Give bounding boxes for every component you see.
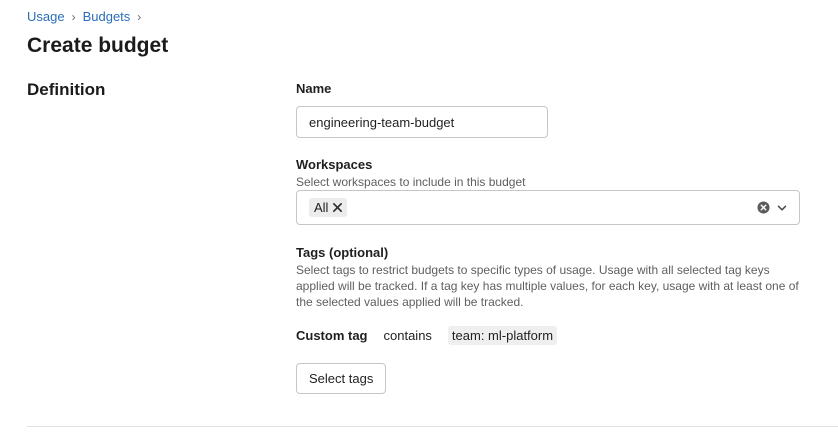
tag-condition-row: Custom tag contains team: ml-platform bbox=[296, 326, 558, 345]
name-label: Name bbox=[296, 81, 332, 96]
tag-key: Custom tag bbox=[296, 328, 368, 343]
breadcrumb-separator: › bbox=[71, 9, 76, 24]
close-icon[interactable] bbox=[332, 202, 343, 213]
workspaces-label: Workspaces bbox=[296, 157, 373, 172]
clear-circle-icon[interactable] bbox=[757, 201, 770, 214]
breadcrumb-separator: › bbox=[137, 9, 142, 24]
create-budget-page: Usage › Budgets › Create budget Definiti… bbox=[0, 0, 838, 438]
tag-operator: contains bbox=[383, 328, 432, 343]
section-title-definition: Definition bbox=[27, 80, 106, 99]
tag-value-chip: team: ml-platform bbox=[447, 326, 558, 345]
section-divider bbox=[27, 426, 838, 427]
workspaces-select[interactable]: All bbox=[296, 190, 800, 225]
workspaces-help-text: Select workspaces to include in this bud… bbox=[296, 175, 526, 189]
chevron-down-icon[interactable] bbox=[777, 203, 787, 213]
breadcrumb-link-budgets[interactable]: Budgets bbox=[83, 9, 131, 24]
name-input[interactable] bbox=[296, 106, 548, 138]
page-title: Create budget bbox=[27, 34, 169, 57]
workspace-chip-label: All bbox=[314, 200, 329, 215]
workspace-chip-all: All bbox=[309, 198, 348, 217]
tags-label: Tags (optional) bbox=[296, 245, 389, 260]
select-controls bbox=[757, 201, 787, 214]
breadcrumb: Usage › Budgets › bbox=[27, 9, 148, 24]
tags-help-text: Select tags to restrict budgets to speci… bbox=[296, 263, 799, 309]
breadcrumb-link-usage[interactable]: Usage bbox=[27, 9, 65, 24]
select-tags-button[interactable]: Select tags bbox=[296, 363, 387, 394]
